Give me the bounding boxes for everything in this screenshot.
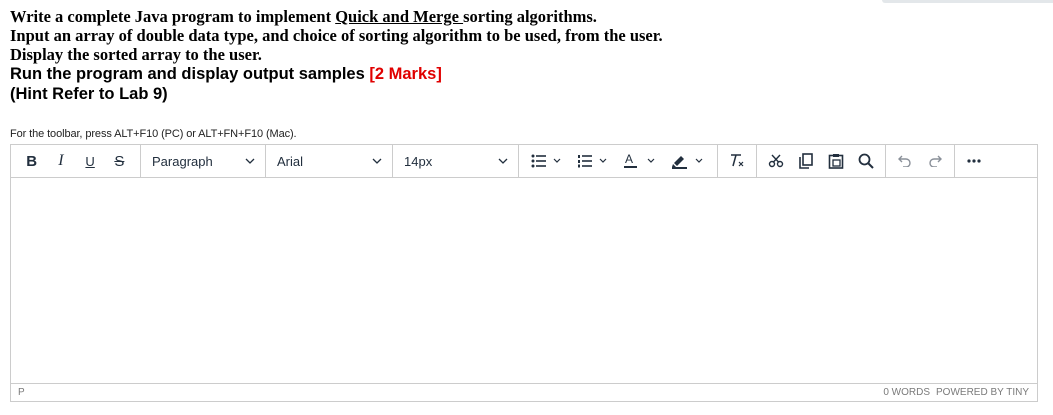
question-line-1-start: Write a complete Java program to impleme… [10, 7, 336, 26]
font-size-dropdown[interactable]: 14px [393, 145, 519, 177]
top-right-panel-edge [882, 0, 1053, 3]
text-color-button[interactable]: A [617, 147, 665, 175]
more-group [955, 145, 993, 177]
bullet-list-icon [531, 154, 561, 168]
font-family-dropdown[interactable]: Arial [266, 145, 393, 177]
clear-format-group [718, 145, 757, 177]
editor-toolbar: B I U S Paragraph Arial 14px A [11, 145, 1037, 178]
bullet-list-button[interactable] [525, 147, 571, 175]
powered-by-link[interactable]: POWERED BY TINY [936, 387, 1029, 398]
block-format-dropdown[interactable]: Paragraph [141, 145, 266, 177]
search-icon [858, 153, 874, 169]
question-line-4-text: Run the program and display output sampl… [10, 65, 370, 83]
undo-button[interactable] [890, 147, 920, 175]
bold-button[interactable]: B [17, 147, 46, 175]
chevron-down-icon [245, 158, 255, 164]
marks-label: [2 Marks] [369, 65, 442, 83]
italic-button[interactable]: I [46, 147, 75, 175]
paste-button[interactable] [821, 147, 851, 175]
cut-button[interactable] [761, 147, 791, 175]
editor-content-area[interactable] [11, 178, 1037, 383]
clipboard-icon [828, 154, 844, 169]
format-group: B I U S [11, 145, 141, 177]
underline-button[interactable]: U [76, 147, 105, 175]
redo-button[interactable] [920, 147, 950, 175]
question-text: Write a complete Java program to impleme… [10, 7, 1040, 104]
find-replace-button[interactable] [851, 147, 881, 175]
rich-text-editor: B I U S Paragraph Arial 14px A P 0 WORDS… [10, 144, 1038, 402]
question-line-1-end: sorting algorithms. [463, 7, 597, 26]
chevron-down-icon [498, 158, 508, 164]
question-line-2: Input an array of double data type, and … [10, 26, 663, 45]
question-hint: (Hint Refer to Lab 9) [10, 85, 168, 103]
clear-formatting-button[interactable] [724, 147, 750, 175]
copy-button[interactable] [791, 147, 821, 175]
font-family-value: Arial [277, 153, 304, 169]
question-underlined-text: Quick and Merge [335, 7, 464, 26]
text-color-icon: A [624, 153, 655, 168]
question-line-1: Write a complete Java program to impleme… [10, 7, 1040, 26]
strikethrough-button[interactable]: S [105, 147, 134, 175]
chevron-down-icon [372, 158, 382, 164]
history-group [886, 145, 955, 177]
font-size-value: 14px [404, 153, 433, 169]
clear-formatting-icon [731, 154, 744, 167]
more-options-button[interactable] [959, 147, 989, 175]
statusbar-right: 0 WORDS POWERED BY TINY [883, 387, 1029, 398]
scissors-icon [768, 154, 784, 168]
question-line-4: Run the program and display output sampl… [10, 64, 1040, 84]
numbered-list-button[interactable] [571, 147, 617, 175]
word-count[interactable]: 0 WORDS [883, 387, 930, 398]
svg-text:A: A [625, 153, 633, 166]
undo-icon [898, 155, 911, 167]
clipboard-group [757, 145, 886, 177]
numbered-list-icon [578, 155, 607, 168]
highlighter-icon [672, 156, 703, 169]
list-group: A [519, 145, 718, 177]
more-dots-icon [967, 159, 981, 163]
toolbar-accessibility-hint: For the toolbar, press ALT+F10 (PC) or A… [10, 128, 297, 140]
highlight-color-button[interactable] [665, 147, 713, 175]
redo-icon [929, 155, 942, 167]
editor-statusbar: P 0 WORDS POWERED BY TINY [11, 383, 1037, 401]
question-line-3: Display the sorted array to the user. [10, 45, 262, 64]
element-path[interactable]: P [18, 387, 25, 398]
copy-icon [799, 153, 813, 169]
block-format-value: Paragraph [152, 153, 213, 169]
